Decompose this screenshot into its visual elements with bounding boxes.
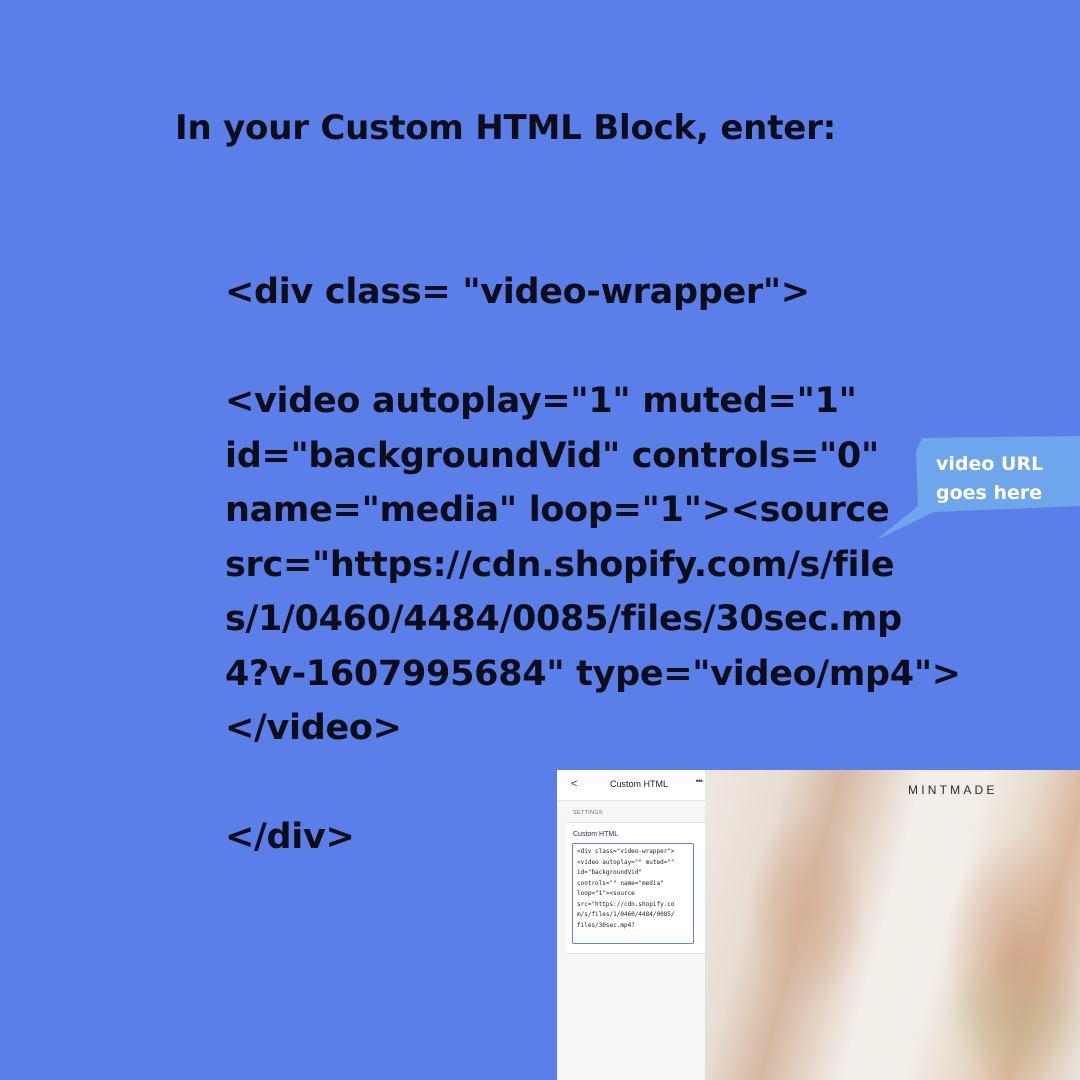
callout-line: goes here <box>936 482 1043 504</box>
code-line: src="https://cdn.shopify.com/s/file <box>225 544 895 585</box>
code-line: </video> <box>225 708 402 748</box>
instruction-heading: In your Custom HTML Block, enter: <box>175 108 837 148</box>
speech-bubble-callout: video URL goes here <box>876 436 1080 540</box>
code-line: <video autoplay="1" muted="1" <box>225 381 857 421</box>
settings-section-label: SETTINGS <box>573 810 603 816</box>
panel-header: < Custom HTML ••• <box>557 770 705 801</box>
more-dots-icon[interactable]: ••• <box>696 776 704 786</box>
panel-title: Custom HTML <box>610 779 669 789</box>
brand-logo: MINTMADE <box>908 783 998 797</box>
settings-card: Custom HTML <div class="video-wrapper"> … <box>566 822 705 954</box>
custom-html-label: Custom HTML <box>573 831 619 838</box>
code-line: s/1/0460/4484/0085/files/30sec.mp <box>225 599 902 639</box>
callout-text: video URL goes here <box>936 450 1056 508</box>
store-preview-image: MINTMADE <box>705 770 1080 1080</box>
chevron-left-icon[interactable]: < <box>571 778 577 790</box>
custom-html-textarea[interactable]: <div class="video-wrapper"> <video autop… <box>572 843 694 944</box>
code-line: 4?v-1607995684" type="video/mp4"> <box>225 653 961 694</box>
photo-background <box>935 950 1080 1080</box>
code-line: name="media" loop="1"><source <box>225 490 890 530</box>
settings-panel: < Custom HTML ••• SETTINGS Custom HTML <… <box>557 770 706 1080</box>
code-line: <div class= "video-wrapper"> <box>225 272 810 312</box>
shopify-editor-screenshot: < Custom HTML ••• SETTINGS Custom HTML <… <box>557 770 1080 1080</box>
code-line: id="backgroundVid" controls="0" <box>225 435 879 476</box>
callout-line: video URL <box>936 453 1044 475</box>
